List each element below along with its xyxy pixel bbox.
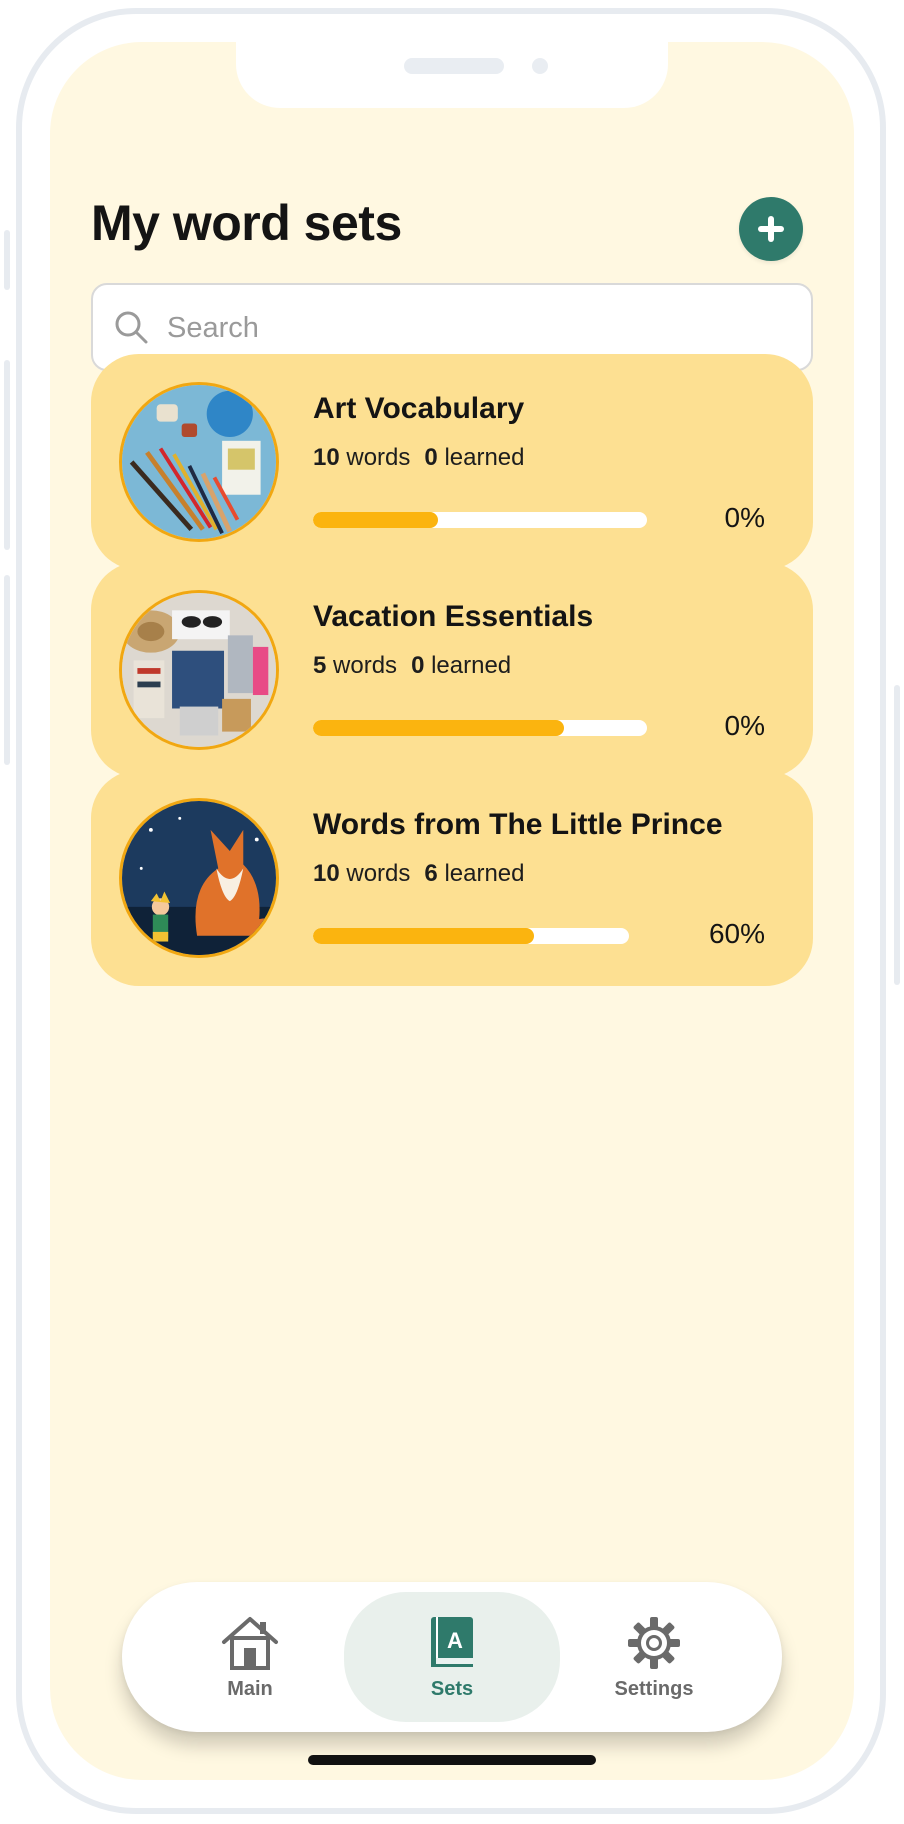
home-indicator — [308, 1755, 596, 1765]
gear-icon — [628, 1616, 680, 1669]
phone-side-button — [4, 230, 10, 290]
words-count: 10 — [313, 860, 340, 887]
app-screen: My word sets Search Art Vocabulary 10 wo… — [50, 42, 854, 1780]
phone-side-button — [4, 360, 10, 550]
progress-bar — [313, 928, 629, 944]
learned-label: learned — [431, 652, 512, 679]
nav-item-sets[interactable]: A Sets — [344, 1592, 560, 1722]
svg-text:A: A — [447, 1628, 463, 1653]
nav-item-settings[interactable]: Settings — [546, 1592, 762, 1722]
words-count: 10 — [313, 444, 340, 471]
word-set-stats: 10 words 0 learned — [313, 444, 525, 472]
nav-item-main[interactable]: Main — [142, 1592, 358, 1722]
words-label: words — [346, 444, 411, 471]
little-prince-fox-image — [119, 798, 279, 958]
words-count: 5 — [313, 652, 327, 679]
learned-count: 0 — [424, 444, 438, 471]
art-supplies-image — [119, 382, 279, 542]
phone-side-button — [894, 685, 900, 985]
progress-percent: 0% — [724, 502, 765, 533]
word-set-title: Art Vocabulary — [313, 392, 525, 425]
progress-fill — [313, 512, 439, 528]
nav-label-sets: Sets — [430, 1677, 474, 1700]
word-set-card-little-prince[interactable]: Words from The Little Prince 10 words 6 l… — [91, 770, 813, 986]
word-set-stats: 10 words 6 learned — [313, 860, 525, 888]
words-label: words — [346, 860, 411, 887]
search-input[interactable] — [165, 299, 789, 357]
progress-percent: 60% — [708, 918, 765, 949]
word-set-title: Words from The Little Prince — [313, 808, 723, 841]
progress-percent: 0% — [724, 710, 765, 741]
learned-label: learned — [444, 444, 525, 471]
bottom-navigation: Main A Sets Settings — [122, 1582, 782, 1732]
learned-label: learned — [444, 860, 525, 887]
word-set-title: Vacation Essentials — [313, 600, 594, 633]
page-title: My word sets — [91, 195, 402, 251]
nav-label-main: Main — [227, 1677, 273, 1700]
search-icon — [115, 311, 148, 344]
home-icon — [222, 1616, 278, 1670]
plus-icon — [758, 216, 784, 242]
nav-label-settings: Settings — [614, 1677, 694, 1700]
learned-count: 0 — [411, 652, 425, 679]
add-word-set-button[interactable] — [739, 197, 803, 261]
learned-count: 6 — [424, 860, 438, 887]
words-label: words — [333, 652, 398, 679]
front-camera — [532, 58, 548, 74]
word-set-card-vacation-essentials[interactable]: Vacation Essentials 5 words 0 learned 0% — [91, 562, 813, 778]
word-set-card-art-vocabulary[interactable]: Art Vocabulary 10 words 0 learned 0% — [91, 354, 813, 570]
speaker-grille — [404, 58, 504, 74]
progress-bar — [313, 512, 647, 528]
progress-fill — [313, 720, 564, 736]
word-set-stats: 5 words 0 learned — [313, 652, 511, 680]
phone-side-button — [4, 575, 10, 765]
progress-fill — [313, 928, 535, 944]
book-icon: A — [431, 1616, 473, 1667]
notch — [236, 42, 668, 108]
progress-bar — [313, 720, 647, 736]
vacation-luggage-image — [119, 590, 279, 750]
